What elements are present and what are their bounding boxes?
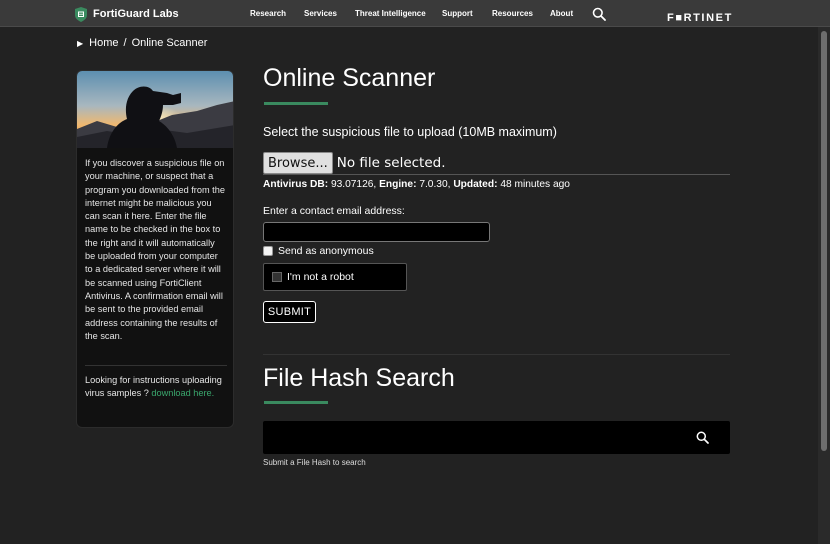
sidebar-description: If you discover a suspicious file on you… (85, 158, 225, 341)
hash-search-box (263, 421, 730, 454)
nav-services[interactable]: Services (304, 9, 337, 18)
hash-search-title: File Hash Search (263, 364, 455, 392)
breadcrumb-separator: / (123, 37, 127, 49)
anonymous-option[interactable]: Send as anonymous (263, 244, 374, 257)
breadcrumb: ▶ Home / Online Scanner (77, 37, 207, 49)
sidebar-help: Looking for instructions uploading virus… (85, 365, 227, 401)
av-db-value: 93.07126, (330, 179, 377, 190)
scrollbar-thumb[interactable] (821, 31, 827, 451)
engine-value: 7.0.30, (419, 179, 451, 190)
nav-support[interactable]: Support (442, 9, 473, 18)
nav-about[interactable]: About (550, 9, 573, 18)
download-here-link[interactable]: download here. (151, 388, 214, 398)
file-status: No file selected. (336, 155, 446, 171)
anonymous-label[interactable]: Send as anonymous (278, 245, 374, 257)
updated-label: Updated: (453, 179, 498, 190)
info-sidebar: If you discover a suspicious file on you… (76, 70, 234, 428)
antivirus-info: Antivirus DB: 93.07126, Engine: 7.0.30, … (263, 179, 570, 190)
top-navigation-bar: FortiGuard Labs Research Services Threat… (0, 0, 830, 27)
title-underline (264, 102, 328, 105)
av-db-label: Antivirus DB: (263, 179, 329, 190)
fortiguard-brand[interactable]: FortiGuard Labs (75, 6, 179, 22)
search-icon[interactable] (696, 431, 709, 444)
recaptcha-checkbox[interactable] (272, 272, 282, 282)
triangle-right-icon: ▶ (77, 38, 84, 48)
engine-label: Engine: (379, 179, 417, 190)
email-label: Enter a contact email address: (263, 205, 405, 217)
browse-button[interactable]: Browse... (263, 152, 333, 174)
breadcrumb-current: Online Scanner (131, 37, 208, 49)
section-divider (263, 354, 730, 355)
nav-resources[interactable]: Resources (492, 9, 533, 18)
upload-prompt: Select the suspicious file to upload (10… (263, 125, 557, 139)
updated-value: 48 minutes ago (500, 179, 570, 190)
page-title: Online Scanner (263, 64, 436, 92)
hash-search-input[interactable] (263, 421, 683, 454)
breadcrumb-home[interactable]: Home (89, 37, 118, 49)
recaptcha-widget: I'm not a robot (263, 263, 407, 291)
recaptcha-label: I'm not a robot (287, 271, 354, 283)
hash-search-caption: Submit a File Hash to search (263, 458, 366, 467)
nav-threat-intelligence[interactable]: Threat Intelligence (355, 9, 426, 18)
search-icon[interactable] (592, 7, 606, 21)
shield-icon (75, 6, 87, 22)
email-input[interactable] (263, 222, 490, 242)
brand-name: FortiGuard Labs (93, 8, 179, 20)
fortinet-logo[interactable]: F■RTINET (667, 8, 733, 24)
submit-button[interactable]: SUBMIT (263, 301, 316, 323)
anonymous-checkbox[interactable] (263, 245, 273, 256)
file-upload-field: Browse... No file selected. (263, 152, 730, 175)
page-scrollbar[interactable] (818, 27, 830, 544)
binoculars-photo (77, 71, 233, 148)
hash-title-underline (264, 401, 328, 404)
nav-research[interactable]: Research (250, 9, 286, 18)
